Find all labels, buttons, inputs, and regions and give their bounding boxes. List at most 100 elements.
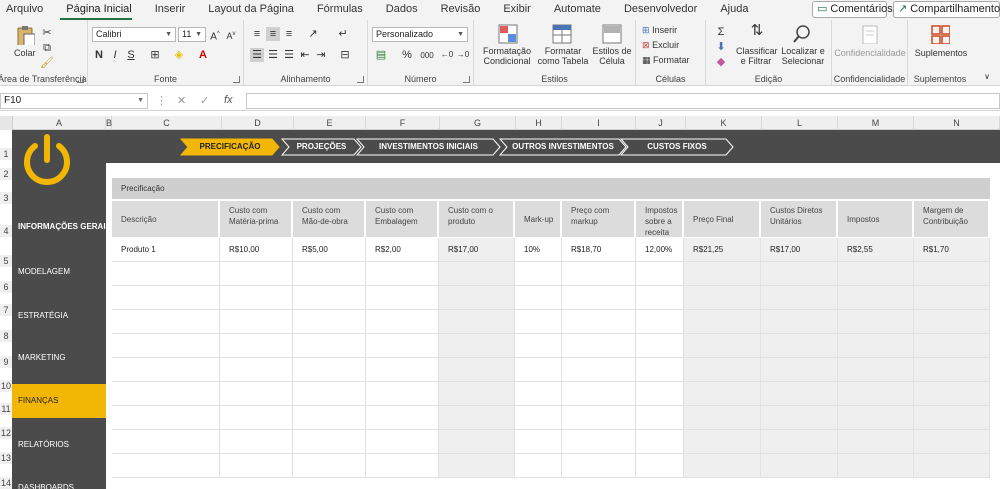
empty-cell[interactable]	[112, 310, 220, 334]
empty-cell[interactable]	[293, 430, 366, 454]
empty-cell[interactable]	[220, 454, 293, 478]
empty-cell[interactable]	[366, 382, 439, 406]
empty-cell[interactable]	[914, 262, 990, 286]
borders-icon[interactable]: ⊞	[148, 48, 162, 62]
empty-cell[interactable]	[366, 358, 439, 382]
empty-cell[interactable]	[439, 310, 515, 334]
empty-cell[interactable]	[636, 286, 684, 310]
merge-center-icon[interactable]: ⊟	[338, 48, 352, 62]
empty-cell[interactable]	[515, 454, 562, 478]
decrease-decimal-icon[interactable]: →0	[456, 48, 470, 62]
empty-cell[interactable]	[684, 406, 761, 430]
tab-3[interactable]: Layout da Página	[202, 0, 294, 20]
select-all-corner[interactable]	[0, 116, 13, 130]
empty-cell[interactable]	[914, 430, 990, 454]
empty-cell[interactable]	[366, 310, 439, 334]
empty-cell[interactable]	[366, 454, 439, 478]
empty-cell[interactable]	[439, 358, 515, 382]
currency-icon[interactable]: ▤	[374, 48, 388, 62]
column-header-k[interactable]: K	[686, 116, 762, 130]
table-header-9[interactable]: Custos Diretos Unitários	[761, 201, 838, 237]
tab-2[interactable]: Inserir	[149, 0, 186, 20]
table-cell[interactable]: R$10,00	[220, 238, 293, 262]
table-header-5[interactable]: Mark-up	[515, 201, 562, 237]
empty-cell[interactable]	[761, 262, 838, 286]
grow-font-icon[interactable]: A^	[208, 27, 222, 44]
align-right-icon[interactable]: ☰	[282, 48, 296, 62]
empty-cell[interactable]	[439, 286, 515, 310]
empty-cell[interactable]	[366, 406, 439, 430]
row-header-8[interactable]: 8	[0, 330, 12, 342]
empty-cell[interactable]	[366, 334, 439, 358]
insert-function-button[interactable]: fx	[224, 94, 233, 106]
table-header-1[interactable]: Custo com Matéria-prima	[220, 201, 293, 237]
empty-cell[interactable]	[220, 334, 293, 358]
empty-cell[interactable]	[515, 310, 562, 334]
table-cell[interactable]: R$2,00	[366, 238, 439, 262]
empty-cell[interactable]	[838, 430, 914, 454]
empty-cell[interactable]	[684, 382, 761, 406]
column-header-h[interactable]: H	[516, 116, 562, 130]
number-format-select[interactable]: Personalizado ▼	[372, 27, 468, 42]
column-header-g[interactable]: G	[440, 116, 516, 130]
sensitivity-button[interactable]: Confidencialidade	[834, 48, 906, 58]
empty-cell[interactable]	[366, 430, 439, 454]
fill-icon[interactable]: ⬇	[714, 40, 728, 54]
column-header-f[interactable]: F	[366, 116, 440, 130]
empty-cell[interactable]	[562, 406, 636, 430]
delete-cells-button[interactable]: ⊠ Excluir	[642, 40, 679, 50]
empty-cell[interactable]	[220, 382, 293, 406]
empty-cell[interactable]	[515, 262, 562, 286]
empty-cell[interactable]	[562, 382, 636, 406]
table-header-10[interactable]: Impostos	[838, 201, 914, 237]
empty-cell[interactable]	[220, 262, 293, 286]
share-button[interactable]: ↗ Compartilhamento	[893, 1, 1000, 18]
tab-5[interactable]: Dados	[380, 0, 418, 20]
row-header-9[interactable]: 9	[0, 356, 12, 368]
tab-7[interactable]: Exibir	[497, 0, 531, 20]
column-header-e[interactable]: E	[294, 116, 366, 130]
column-header-a[interactable]: A	[13, 116, 106, 130]
fill-color-icon[interactable]: ◈	[172, 48, 186, 62]
table-header-8[interactable]: Preço Final	[684, 201, 761, 237]
row-header-10[interactable]: 10	[0, 380, 12, 392]
table-header-6[interactable]: Preço com markup	[562, 201, 636, 237]
empty-cell[interactable]	[562, 334, 636, 358]
table-cell[interactable]: R$1,70	[914, 238, 990, 262]
empty-cell[interactable]	[838, 310, 914, 334]
number-launcher[interactable]	[463, 76, 470, 83]
formula-input[interactable]	[246, 93, 1000, 109]
empty-cell[interactable]	[761, 310, 838, 334]
tab-4[interactable]: Fórmulas	[311, 0, 363, 20]
font-color-icon[interactable]: A	[196, 48, 210, 62]
cut-icon[interactable]: ✂	[40, 26, 54, 40]
empty-cell[interactable]	[439, 262, 515, 286]
insert-cells-button[interactable]: ⊞ Inserir	[642, 25, 677, 35]
empty-cell[interactable]	[293, 286, 366, 310]
empty-cell[interactable]	[838, 286, 914, 310]
sort-filter-button[interactable]: Classificar e Filtrar	[736, 46, 778, 66]
row-header-7[interactable]: 7	[0, 304, 12, 316]
alignment-launcher[interactable]	[357, 76, 364, 83]
empty-cell[interactable]	[366, 286, 439, 310]
align-center-icon[interactable]: ☰	[266, 48, 280, 62]
format-as-table-button[interactable]: Formatar como Tabela	[534, 46, 592, 66]
align-left-icon[interactable]: ☰	[250, 48, 264, 62]
increase-decimal-icon[interactable]: ←0	[440, 48, 454, 62]
empty-cell[interactable]	[684, 286, 761, 310]
empty-cell[interactable]	[220, 358, 293, 382]
empty-cell[interactable]	[112, 454, 220, 478]
empty-cell[interactable]	[636, 358, 684, 382]
column-header-d[interactable]: D	[222, 116, 294, 130]
empty-cell[interactable]	[838, 358, 914, 382]
empty-cell[interactable]	[562, 286, 636, 310]
empty-cell[interactable]	[838, 406, 914, 430]
column-header-n[interactable]: N	[914, 116, 1000, 130]
row-header-2[interactable]: 2	[0, 168, 12, 180]
empty-cell[interactable]	[761, 286, 838, 310]
tab-10[interactable]: Ajuda	[714, 0, 748, 20]
table-cell[interactable]: 10%	[515, 238, 562, 262]
empty-cell[interactable]	[515, 286, 562, 310]
sidebar-item-0[interactable]: MODELAGEM	[12, 255, 106, 289]
nav-tab-3[interactable]: OUTROS INVESTIMENTOS	[499, 138, 627, 156]
